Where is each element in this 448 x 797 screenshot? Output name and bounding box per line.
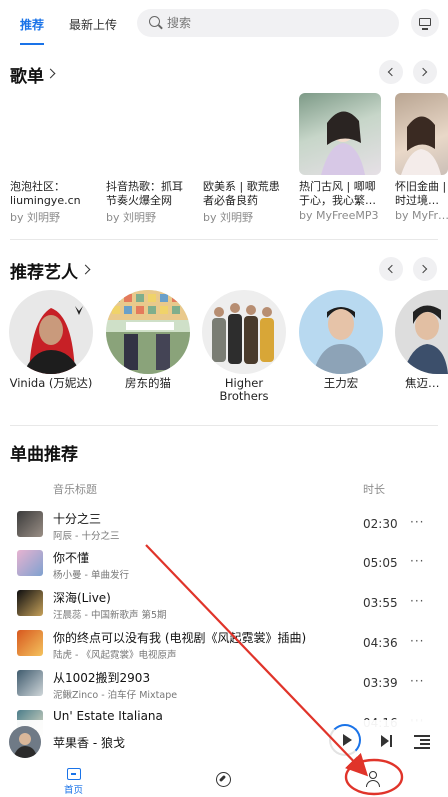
song-artist: 杨小曼 - 单曲发行 <box>53 570 129 581</box>
song-duration: 05:05 <box>363 556 398 570</box>
search-icon <box>149 16 160 27</box>
playlist-title[interactable]: 抖音热歌：抓耳节奏火爆全网 <box>106 180 192 208</box>
artist-name[interactable]: 房东的猫 <box>100 377 196 390</box>
artists-title[interactable]: 推荐艺人 <box>10 258 78 283</box>
artist-photo <box>403 305 448 374</box>
now-playing-art <box>9 726 41 758</box>
artists-prev-button[interactable] <box>379 257 403 281</box>
playlist-cover[interactable] <box>299 93 381 175</box>
song-title[interactable]: 十分之三 <box>53 510 101 527</box>
song-cover[interactable] <box>17 511 43 537</box>
more-options-button[interactable]: ··· <box>410 515 424 529</box>
skip-next-icon <box>381 735 389 747</box>
play-pause-button[interactable] <box>329 724 361 756</box>
song-cover[interactable] <box>17 550 43 576</box>
artist-avatar[interactable] <box>202 290 286 374</box>
artist-photo <box>106 290 190 374</box>
artist-name[interactable]: 王力宏 <box>293 377 389 390</box>
artist-avatar[interactable] <box>106 290 190 374</box>
chevron-left-icon <box>387 264 397 273</box>
playlists-prev-button[interactable] <box>379 60 403 84</box>
now-playing-cover[interactable] <box>9 726 41 758</box>
tab-latest-uploads[interactable]: 最新上传 <box>69 16 117 33</box>
more-options-button[interactable]: ··· <box>410 634 424 648</box>
chevron-right-icon <box>418 67 428 76</box>
playlists-title[interactable]: 歌单 <box>10 62 44 87</box>
artist-name[interactable]: Vinida (万妮达) <box>3 377 99 390</box>
chevron-right-icon[interactable] <box>80 264 91 275</box>
more-options-button[interactable]: ··· <box>410 594 424 608</box>
more-options-button[interactable]: ··· <box>410 674 424 688</box>
song-title[interactable]: 你不懂 <box>53 549 89 566</box>
song-artist: 陆虎 - 《风起霓裳》电视原声 <box>53 650 177 661</box>
song-duration: 02:30 <box>363 517 398 531</box>
artist-photo <box>23 306 83 374</box>
chevron-right-icon[interactable] <box>45 68 56 79</box>
playlist-title[interactable]: 泡泡社区：liumingye.cn <box>10 180 96 208</box>
home-icon <box>67 768 81 780</box>
song-artist: 阿辰 - 十分之三 <box>53 531 120 542</box>
playlist-title[interactable]: 热门古风 | 唧唧于心，我心繁… <box>299 180 385 208</box>
playlist-cover-art <box>401 116 441 175</box>
compass-icon[interactable] <box>216 772 231 787</box>
mini-player[interactable]: 苹果香 - 狼戈 <box>0 720 448 768</box>
playlist-author: by MyFr… <box>395 209 448 222</box>
song-duration: 03:55 <box>363 596 398 610</box>
column-header-title: 音乐标题 <box>53 483 97 496</box>
song-artist: 汪晨蕊 - 中国新歌声 第5期 <box>53 610 167 621</box>
song-cover[interactable] <box>17 670 43 696</box>
playlist-author: by MyFreeMP3 <box>299 209 379 222</box>
artist-avatar[interactable] <box>395 290 448 374</box>
tab-recommend[interactable]: 推荐 <box>20 16 44 33</box>
songs-title: 单曲推荐 <box>10 445 78 465</box>
artist-avatar[interactable] <box>299 290 383 374</box>
artist-avatar[interactable] <box>9 290 93 374</box>
artist-photo <box>313 307 369 374</box>
playlist-author: by 刘明野 <box>203 211 253 224</box>
playlist-cover-art <box>321 111 365 175</box>
monitor-button[interactable] <box>411 9 439 37</box>
song-title[interactable]: 从1002搬到2903 <box>53 669 150 686</box>
song-cover[interactable] <box>17 590 43 616</box>
artist-name[interactable]: Higher Brothers <box>196 377 292 403</box>
playlists-next-button[interactable] <box>413 60 437 84</box>
song-title[interactable]: 你的终点可以没有我 (电视剧《风起霓裳》插曲) <box>53 629 306 646</box>
chevron-left-icon <box>387 67 397 76</box>
playlist-author: by 刘明野 <box>10 211 60 224</box>
play-icon <box>343 734 352 746</box>
nav-home-label: 首页 <box>64 785 84 796</box>
song-duration: 04:36 <box>363 636 398 650</box>
top-bar: 推荐 最新上传 <box>0 0 448 48</box>
song-artist: 泥鳅Zinco - 泊车仔 Mixtape <box>53 690 178 701</box>
artists-next-button[interactable] <box>413 257 437 281</box>
now-playing-title[interactable]: 苹果香 - 狼戈 <box>53 734 125 751</box>
section-divider <box>10 425 438 426</box>
next-track-button[interactable] <box>380 734 394 748</box>
playlist-author: by 刘明野 <box>106 211 156 224</box>
playlist-queue-button[interactable] <box>414 735 430 749</box>
search-box[interactable] <box>137 9 399 37</box>
song-cover[interactable] <box>17 630 43 656</box>
section-divider <box>10 239 438 240</box>
playlist-cover[interactable] <box>395 93 448 175</box>
song-duration: 03:39 <box>363 676 398 690</box>
song-title[interactable]: 深海(Live) <box>53 589 111 606</box>
active-tab-indicator <box>20 43 44 45</box>
artist-photo <box>212 303 274 364</box>
bottom-nav: 首页 <box>0 768 448 797</box>
chevron-right-icon <box>418 264 428 273</box>
playlist-title[interactable]: 欧美系 | 歌荒患者必备良药 <box>203 180 289 208</box>
search-input[interactable] <box>167 13 387 33</box>
playlist-title[interactable]: 怀旧金曲 | 时过境… <box>395 180 448 208</box>
artist-name-text: Higher Brothers <box>219 376 269 403</box>
monitor-icon <box>419 18 431 26</box>
artist-name[interactable]: 焦迈… <box>405 377 448 390</box>
column-header-duration: 时长 <box>363 483 385 496</box>
more-options-button[interactable]: ··· <box>410 554 424 568</box>
user-icon[interactable] <box>365 771 381 787</box>
